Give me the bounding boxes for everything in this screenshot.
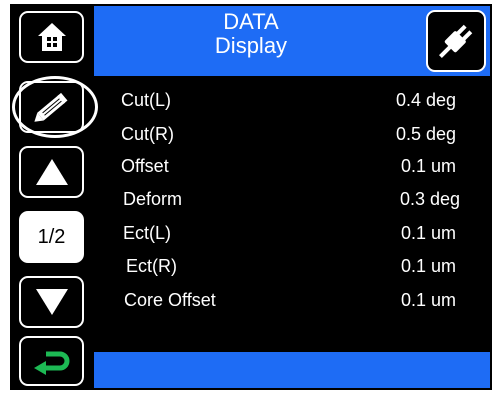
- row-label: Deform: [123, 189, 183, 209]
- data-row: Ect(R) 0.1 um: [12, 250, 490, 284]
- row-value: 0.1 um: [401, 223, 457, 243]
- return-button[interactable]: [19, 336, 84, 386]
- power-plug-icon: [439, 24, 473, 58]
- row-value: 0.1 um: [401, 156, 457, 176]
- row-label: Ect(R): [126, 256, 177, 276]
- data-row: Offset 0.1 um: [12, 150, 490, 184]
- row-label: Cut(R): [121, 124, 174, 144]
- row-value: 0.1 um: [401, 290, 457, 310]
- data-row: Ect(L) 0.1 um: [12, 217, 490, 251]
- home-icon: [37, 23, 66, 51]
- row-label: Core Offset: [124, 290, 216, 310]
- data-row: Cut(R) 0.5 deg: [12, 118, 490, 152]
- row-label: Ect(L): [123, 223, 172, 243]
- data-row: Core Offset 0.1 um: [12, 284, 490, 318]
- row-value: 0.1 um: [401, 256, 457, 276]
- device-screen: DATA Display 1/2 Cut(L) 0.4 deg Cut(R) 0…: [10, 4, 492, 390]
- power-button[interactable]: [426, 10, 486, 72]
- home-button[interactable]: [19, 11, 84, 63]
- data-row: Cut(L) 0.4 deg: [12, 84, 490, 118]
- return-arrow-icon: [33, 351, 69, 375]
- row-value: 0.3 deg: [400, 189, 461, 209]
- row-value: 0.4 deg: [396, 90, 457, 110]
- data-row: Deform 0.3 deg: [12, 183, 490, 217]
- row-label: Offset: [121, 156, 169, 176]
- row-value: 0.5 deg: [396, 124, 457, 144]
- row-label: Cut(L): [121, 90, 172, 110]
